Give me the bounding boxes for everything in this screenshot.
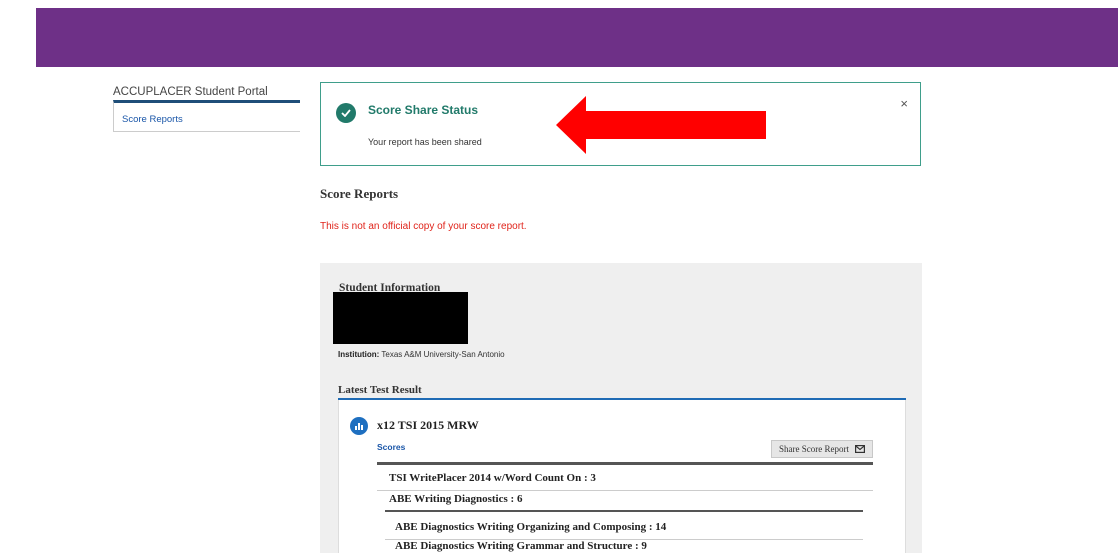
share-score-report-button[interactable]: Share Score Report (771, 440, 873, 458)
test-name: x12 TSI 2015 MRW (377, 418, 479, 432)
sidebar-item-score-reports[interactable]: Score Reports (122, 114, 183, 125)
divider (377, 462, 873, 465)
institution-line: Institution: Texas A&M University-San An… (338, 350, 505, 359)
tab-scores[interactable]: Scores (377, 442, 405, 452)
divider (385, 510, 863, 512)
score-report-card: Student Information Institution: Texas A… (320, 263, 922, 553)
check-circle-icon (336, 103, 356, 123)
unofficial-warning: This is not an official copy of your sco… (320, 221, 527, 232)
sidebar-title: ACCUPLACER Student Portal (113, 86, 268, 98)
institution-label: Institution: (338, 350, 380, 359)
latest-test-panel: x12 TSI 2015 MRW Scores Share Score Repo… (338, 400, 906, 553)
score-row: TSI WritePlacer 2014 w/Word Count On : 3 (389, 472, 596, 484)
latest-test-title: Latest Test Result (338, 384, 422, 396)
divider (377, 490, 873, 491)
sidebar-nav: Score Reports (113, 100, 300, 132)
institution-value: Texas A&M University-San Antonio (381, 350, 505, 359)
red-arrow-annotation (556, 96, 766, 154)
bar-chart-icon (350, 417, 368, 435)
page-title: Score Reports (320, 186, 399, 201)
close-icon[interactable]: × (900, 96, 908, 111)
envelope-icon (855, 445, 865, 453)
sub-score-row: ABE Diagnostics Writing Organizing and C… (395, 521, 667, 533)
alert-title: Score Share Status (368, 103, 479, 117)
alert-message: Your report has been shared (368, 137, 482, 147)
score-row: ABE Writing Diagnostics : 6 (389, 493, 523, 505)
sub-score-row: ABE Diagnostics Writing Grammar and Stru… (395, 540, 647, 552)
top-header-bar (36, 8, 1118, 67)
share-button-label: Share Score Report (779, 444, 849, 454)
redacted-student-info (333, 292, 468, 344)
